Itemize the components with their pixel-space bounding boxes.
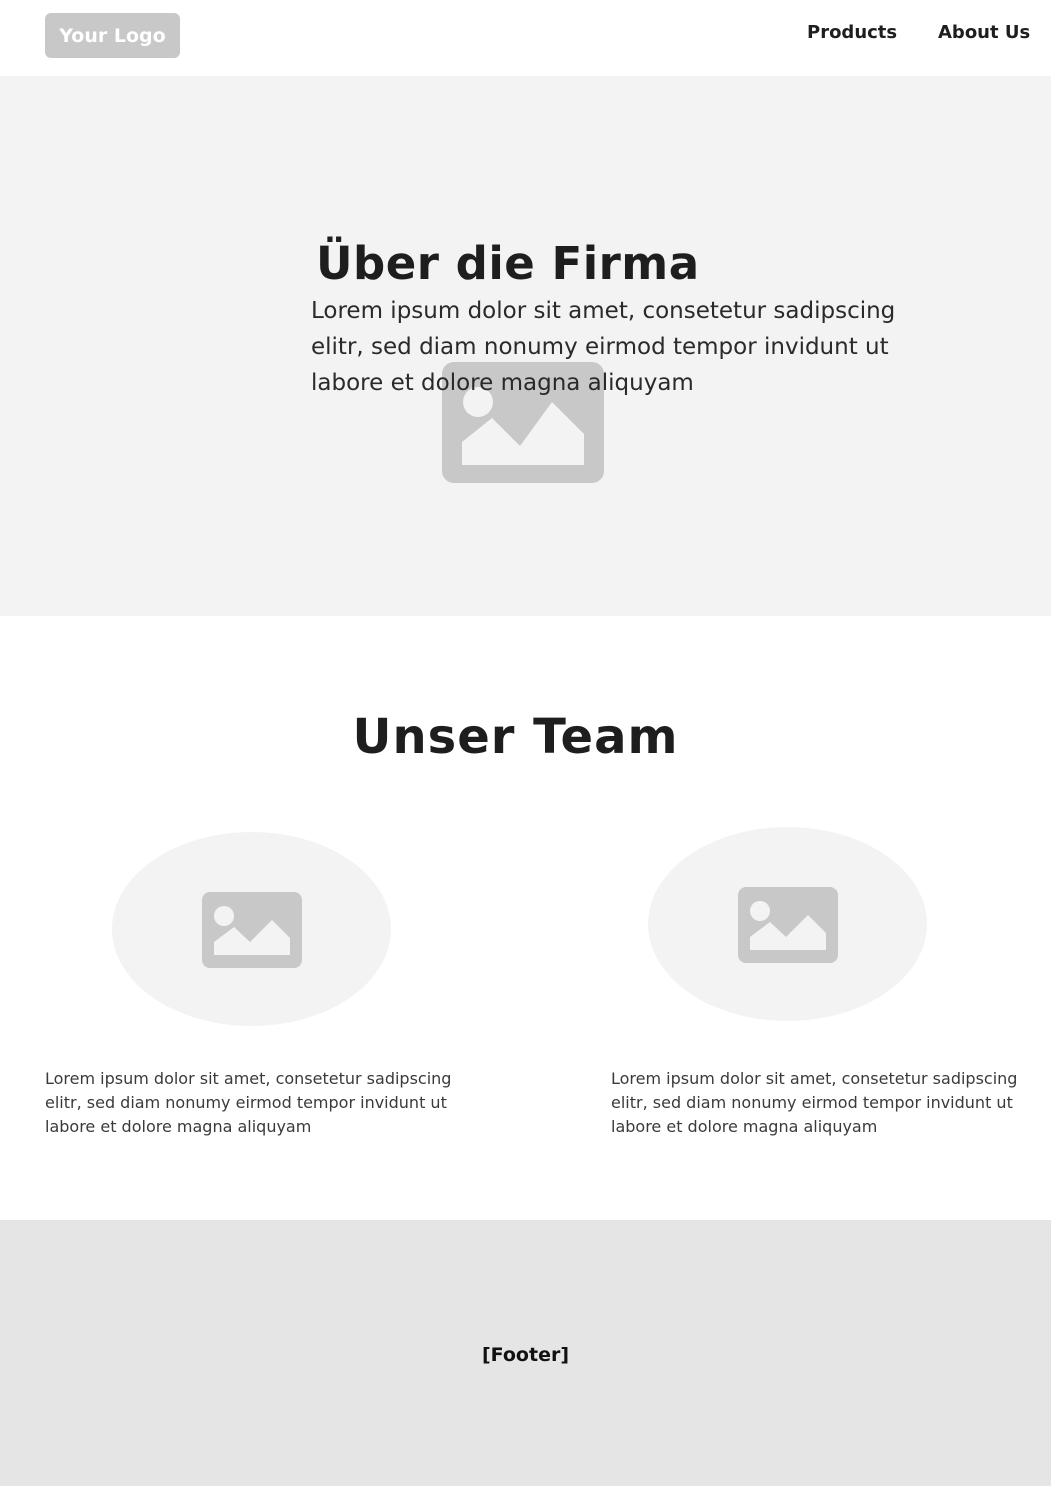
nav-link-products[interactable]: Products — [807, 22, 897, 43]
site-footer: [Footer] — [0, 1220, 1051, 1486]
nav-link-about-us[interactable]: About Us — [938, 22, 1030, 43]
hero-title: Über die Firma — [316, 237, 700, 290]
team-member-description: Lorem ipsum dolor sit amet, consetetur s… — [611, 1069, 1018, 1136]
footer-label: [Footer] — [481, 1344, 570, 1366]
image-placeholder-icon — [202, 892, 302, 968]
hero-description: Lorem ipsum dolor sit amet, consetetur s… — [311, 298, 896, 396]
team-member-avatar — [648, 827, 927, 1021]
image-placeholder-icon — [738, 887, 838, 963]
logo[interactable]: Your Logo — [45, 13, 180, 58]
site-header: Your Logo Products About Us — [0, 0, 1051, 76]
team-title: Unser Team — [352, 709, 679, 765]
team-member-description: Lorem ipsum dolor sit amet, consetetur s… — [45, 1069, 452, 1136]
team-member-avatar — [112, 832, 391, 1026]
